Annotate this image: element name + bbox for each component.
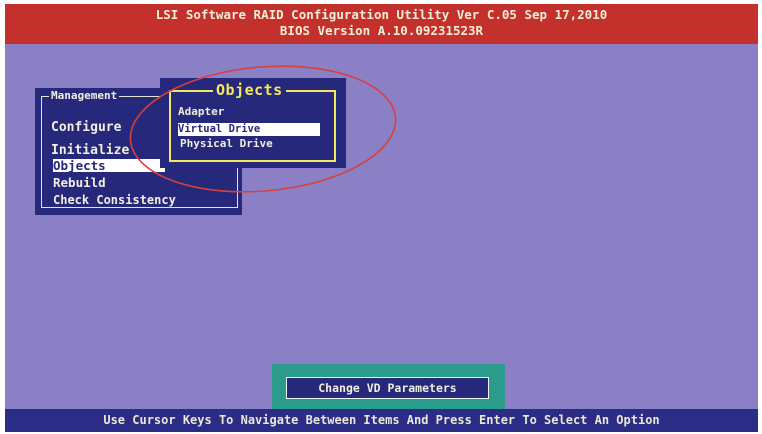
highlight-ellipse <box>129 65 397 193</box>
change-vd-parameters-dialog: Change VD Parameters <box>272 364 505 409</box>
change-vd-parameters-button[interactable]: Change VD Parameters <box>286 377 489 399</box>
bios-screen: LSI Software RAID Configuration Utility … <box>5 4 758 432</box>
status-bar: Use Cursor Keys To Navigate Between Item… <box>5 409 758 432</box>
